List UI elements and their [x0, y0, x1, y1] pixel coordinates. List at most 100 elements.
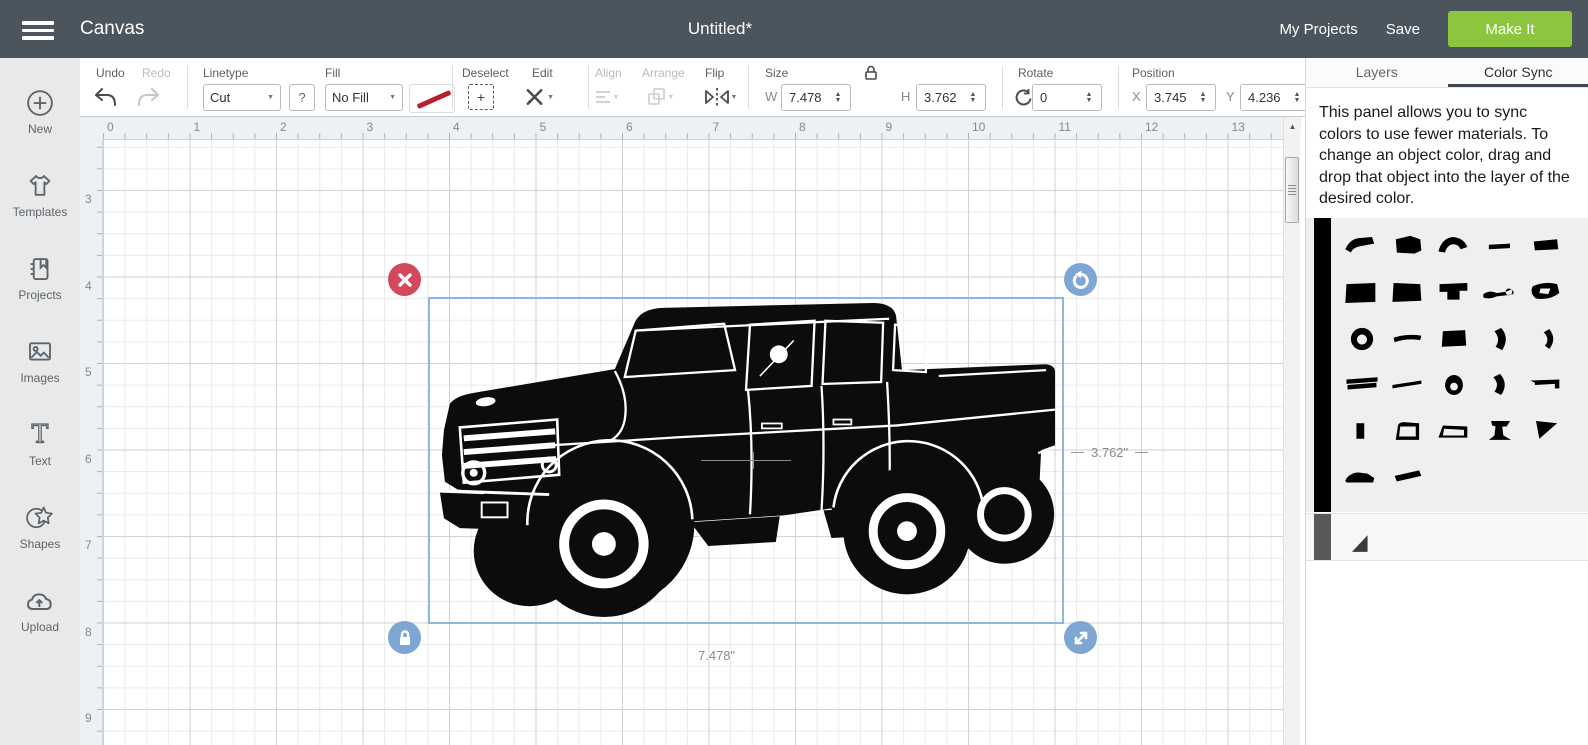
color-sync-shape[interactable] — [1523, 316, 1569, 362]
ruler-number: 4 — [453, 120, 460, 134]
color-sync-shape[interactable] — [1431, 408, 1477, 454]
rotate-stepper[interactable]: ▲ ▼ — [1081, 85, 1097, 110]
arrange-icon: ▼ — [645, 84, 675, 110]
scrollbar-thumb[interactable] — [1285, 157, 1299, 223]
color-sync-shape[interactable] — [1431, 316, 1477, 362]
color-sync-shape[interactable] — [1339, 224, 1385, 270]
hamburger-menu-icon[interactable] — [22, 17, 54, 41]
fill-select[interactable]: No Fill ▼ — [325, 84, 403, 111]
color-sync-shape[interactable] — [1477, 224, 1523, 270]
ruler-number: 12 — [1145, 120, 1159, 134]
lock-handle[interactable] — [388, 621, 421, 654]
edit-label: Edit — [532, 66, 553, 80]
scrollbar-up-arrow[interactable]: ▲ — [1284, 117, 1301, 135]
color-sync-shape[interactable] — [1523, 408, 1569, 454]
fill-color-swatch[interactable] — [409, 84, 455, 113]
y-position-input[interactable] — [1241, 85, 1289, 110]
color-sync-shape[interactable] — [1523, 270, 1569, 316]
upload-cloud-icon — [23, 585, 57, 617]
sidebar-item-shapes[interactable]: Shapes — [0, 485, 80, 568]
color-sync-shape[interactable] — [1339, 316, 1385, 362]
color-sync-shape[interactable] — [1385, 454, 1431, 500]
color-sync-shape[interactable] — [1431, 362, 1477, 408]
sidebar-item-upload[interactable]: Upload — [0, 568, 80, 651]
y-stepper[interactable]: ▲ ▼ — [1289, 85, 1305, 110]
flip-label: Flip — [705, 66, 725, 80]
selection-center-crosshair — [753, 452, 754, 469]
color-sync-shape[interactable] — [1523, 362, 1569, 408]
canvas-scrollbar[interactable]: ▲ — [1283, 117, 1301, 745]
x-input-group: ▲▼ — [1146, 84, 1216, 111]
color-sync-shape[interactable] — [1339, 362, 1385, 408]
color-sync-shape[interactable] — [1523, 224, 1569, 270]
color-sync-shape[interactable] — [1385, 270, 1431, 316]
top-bar: Canvas Untitled* My Projects Save Make I… — [0, 0, 1588, 58]
color-sync-shape[interactable] — [1339, 270, 1385, 316]
tab-layers[interactable]: Layers — [1306, 58, 1448, 87]
linetype-select[interactable]: Cut ▼ — [203, 84, 281, 111]
x-stepper[interactable]: ▲ ▼ — [1195, 85, 1211, 110]
my-projects-link[interactable]: My Projects — [1279, 21, 1357, 38]
color-sync-shape[interactable] — [1477, 362, 1523, 408]
width-stepper[interactable]: ▲ ▼ — [830, 85, 846, 110]
rotate-handle[interactable] — [1064, 263, 1097, 296]
color-sync-shape[interactable] — [1385, 316, 1431, 362]
color-group-shapes — [1331, 218, 1588, 512]
undo-label: Undo — [96, 66, 125, 80]
height-letter: H — [901, 89, 911, 104]
ruler-corner — [80, 117, 103, 140]
color-sync-shape[interactable] — [1477, 316, 1523, 362]
design-grid[interactable]: 3.762" 7.478" — [103, 140, 1283, 745]
make-it-button[interactable]: Make It — [1448, 11, 1572, 47]
chevron-down-icon: ▼ — [267, 94, 274, 101]
chevron-down-icon: ▼ — [667, 93, 675, 101]
color-sync-shape[interactable] — [1477, 408, 1523, 454]
color-sync-shape[interactable] — [1339, 408, 1385, 454]
color-sync-shape[interactable] — [1477, 270, 1523, 316]
fill-label: Fill — [325, 66, 341, 80]
save-link[interactable]: Save — [1386, 21, 1420, 38]
height-stepper[interactable]: ▲ ▼ — [965, 85, 981, 110]
undo-icon[interactable] — [90, 84, 120, 110]
chevron-down-icon: ▼ — [547, 93, 554, 101]
rotate-input[interactable] — [1033, 85, 1081, 110]
topbar-actions: My Projects Save Make It — [1279, 0, 1572, 58]
x-position-input[interactable] — [1147, 85, 1195, 110]
sidebar-item-images[interactable]: Images — [0, 319, 80, 402]
tshirt-icon — [23, 170, 57, 202]
fill-value: No Fill — [332, 90, 369, 105]
delete-handle[interactable] — [388, 263, 421, 296]
plus-circle-icon — [23, 87, 57, 119]
description-line: change an object color, drag and — [1319, 147, 1552, 164]
redo-icon[interactable] — [134, 84, 164, 110]
sidebar-item-label: Shapes — [19, 537, 61, 551]
flip-icon[interactable]: ▼ — [698, 84, 742, 110]
resize-handle[interactable] — [1064, 621, 1097, 654]
deselect-icon[interactable]: + — [468, 84, 494, 110]
color-sync-shape[interactable] — [1385, 362, 1431, 408]
description-line: This panel allows you to sync — [1319, 104, 1528, 121]
color-sync-shape[interactable] — [1431, 224, 1477, 270]
color-sync-shape[interactable] — [1431, 270, 1477, 316]
color-sync-shape[interactable] — [1385, 408, 1431, 454]
height-input[interactable] — [917, 85, 965, 110]
ruler-number: 3 — [366, 120, 374, 134]
sidebar-item-templates[interactable]: Templates — [0, 153, 80, 236]
color-sync-shape[interactable] — [1339, 454, 1385, 500]
y-letter: Y — [1226, 89, 1235, 104]
sidebar-item-new[interactable]: New — [0, 70, 80, 153]
color-sync-description: This panel allows you to sync colors to u… — [1319, 102, 1588, 210]
size-lock-icon[interactable] — [863, 64, 879, 86]
width-input[interactable] — [782, 85, 830, 110]
sidebar-item-projects[interactable]: Projects — [0, 236, 80, 319]
tab-color-sync[interactable]: Color Sync — [1447, 58, 1588, 87]
color-group-bar[interactable] — [1314, 218, 1331, 512]
linetype-help-button[interactable]: ? — [289, 84, 315, 111]
color-sync-shape[interactable] — [1385, 224, 1431, 270]
sidebar-item-text[interactable]: T Text — [0, 402, 80, 485]
cricut-design-space-window: Canvas Untitled* My Projects Save Make I… — [0, 0, 1588, 745]
shapes-star-icon — [23, 502, 57, 534]
color-group-bar[interactable] — [1314, 514, 1331, 560]
edit-tools-icon[interactable]: ▼ — [524, 84, 554, 110]
document-title[interactable]: Untitled* — [620, 0, 820, 58]
